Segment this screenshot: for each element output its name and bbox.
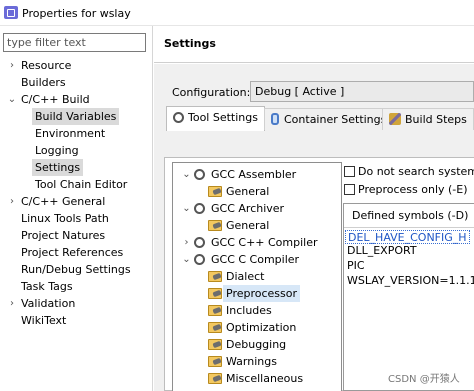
- nav-item-tool-chain-editor[interactable]: Tool Chain Editor: [35, 176, 127, 193]
- chevron-right-icon[interactable]: ›: [7, 193, 17, 210]
- nav-item-wikitext[interactable]: WikiText: [21, 312, 66, 329]
- tree-item-gcc-c-compiler[interactable]: GCC C Compiler: [211, 251, 299, 268]
- title-bar: Properties for wslay: [0, 0, 474, 26]
- tree-item-warnings[interactable]: Warnings: [226, 353, 277, 370]
- gear-icon: [194, 169, 205, 180]
- tree-item-miscellaneous[interactable]: Miscellaneous: [226, 370, 303, 387]
- folder-icon: [208, 271, 222, 282]
- folder-icon: [208, 186, 222, 197]
- gear-icon: [194, 203, 205, 214]
- chevron-down-icon[interactable]: ⌄: [182, 200, 191, 217]
- nav-item-validation[interactable]: Validation: [21, 295, 75, 312]
- build-steps-icon: [389, 113, 401, 125]
- tab-container-settings[interactable]: Container Settings: [264, 108, 394, 130]
- properties-app-icon: [4, 6, 18, 19]
- chevron-right-icon[interactable]: ›: [182, 234, 191, 251]
- tree-item-preprocessor[interactable]: Preprocessor: [223, 285, 301, 302]
- folder-icon: [208, 288, 222, 299]
- page-header: Settings: [154, 26, 474, 63]
- watermark: CSDN @开猿人: [388, 374, 460, 385]
- defined-symbols-title: Defined symbols (-D): [352, 209, 469, 222]
- tool-tree: ⌄ GCC Assembler General ⌄ GCC Archiver G…: [172, 162, 342, 391]
- symbol-item[interactable]: DLL_EXPORT: [347, 244, 417, 258]
- defined-symbols-header: Defined symbols (-D): [344, 204, 474, 228]
- symbol-item[interactable]: DEL_HAVE_CONFIG_H: [345, 230, 470, 244]
- tab-tool-settings-label: Tool Settings: [188, 111, 258, 124]
- tree-item-debugging[interactable]: Debugging: [226, 336, 286, 353]
- chevron-right-icon[interactable]: ›: [7, 57, 17, 74]
- tab-container-settings-label: Container Settings: [284, 113, 387, 126]
- nav-item-cpp-build[interactable]: C/C++ Build: [21, 91, 90, 108]
- defined-symbols-list: Defined symbols (-D) DEL_HAVE_CONFIG_H D…: [343, 203, 474, 391]
- nav-item-settings[interactable]: Settings: [32, 159, 84, 176]
- nav-item-resource[interactable]: Resource: [21, 57, 71, 74]
- chevron-down-icon[interactable]: ⌄: [7, 91, 17, 108]
- tree-item-gcc-assembler[interactable]: GCC Assembler: [211, 166, 296, 183]
- preprocess-only-label: Preprocess only (-E): [358, 183, 468, 196]
- tab-build-steps-label: Build Steps: [405, 113, 467, 126]
- nav-item-project-natures[interactable]: Project Natures: [21, 227, 105, 244]
- tree-item-includes[interactable]: Includes: [226, 302, 272, 319]
- symbol-item[interactable]: WSLAY_VERSION=1.1.1: [347, 274, 474, 288]
- folder-icon: [208, 322, 222, 333]
- nav-item-linux-tools-path[interactable]: Linux Tools Path: [21, 210, 109, 227]
- folder-icon: [208, 339, 222, 350]
- folder-icon: [208, 305, 222, 316]
- folder-icon: [208, 356, 222, 367]
- chevron-down-icon[interactable]: ⌄: [182, 251, 191, 268]
- container-icon: [271, 113, 279, 125]
- nav-item-task-tags[interactable]: Task Tags: [21, 278, 73, 295]
- window-title: Properties for wslay: [22, 7, 131, 20]
- configuration-label: Configuration:: [172, 86, 251, 99]
- gear-icon: [173, 112, 184, 123]
- chevron-right-icon[interactable]: ›: [7, 295, 17, 312]
- nav-item-cpp-general[interactable]: C/C++ General: [21, 193, 105, 210]
- nav-item-project-references[interactable]: Project References: [21, 244, 123, 261]
- page-title: Settings: [164, 37, 216, 50]
- configuration-select[interactable]: Debug [ Active ]: [250, 81, 474, 102]
- chevron-down-icon[interactable]: ⌄: [182, 166, 191, 183]
- symbol-item[interactable]: PIC: [347, 259, 365, 273]
- no-search-system-label: Do not search system d: [358, 165, 474, 178]
- tree-item-optimization[interactable]: Optimization: [226, 319, 296, 336]
- tree-item-dialect[interactable]: Dialect: [226, 268, 264, 285]
- nav-item-logging[interactable]: Logging: [35, 142, 79, 159]
- nav-item-builders[interactable]: Builders: [21, 74, 66, 91]
- tab-tool-settings[interactable]: Tool Settings: [166, 106, 265, 131]
- nav-item-run-debug-settings[interactable]: Run/Debug Settings: [21, 261, 131, 278]
- nav-item-build-variables[interactable]: Build Variables: [32, 108, 120, 125]
- no-search-system-checkbox[interactable]: [344, 166, 355, 177]
- navigation-pane: › Resource Builders ⌄ C/C++ Build Build …: [0, 26, 153, 391]
- tree-item-general[interactable]: General: [226, 183, 269, 200]
- tree-item-gcc-archiver[interactable]: GCC Archiver: [211, 200, 284, 217]
- folder-icon: [208, 220, 222, 231]
- nav-item-environment[interactable]: Environment: [35, 125, 105, 142]
- preprocess-only-checkbox[interactable]: [344, 184, 355, 195]
- gear-icon: [194, 237, 205, 248]
- filter-input[interactable]: [3, 33, 146, 52]
- gear-icon: [194, 254, 205, 265]
- tree-item-gcc-cpp-compiler[interactable]: GCC C++ Compiler: [211, 234, 318, 251]
- folder-icon: [208, 373, 222, 384]
- tab-build-steps[interactable]: Build Steps: [382, 108, 474, 130]
- tree-item-general[interactable]: General: [226, 217, 269, 234]
